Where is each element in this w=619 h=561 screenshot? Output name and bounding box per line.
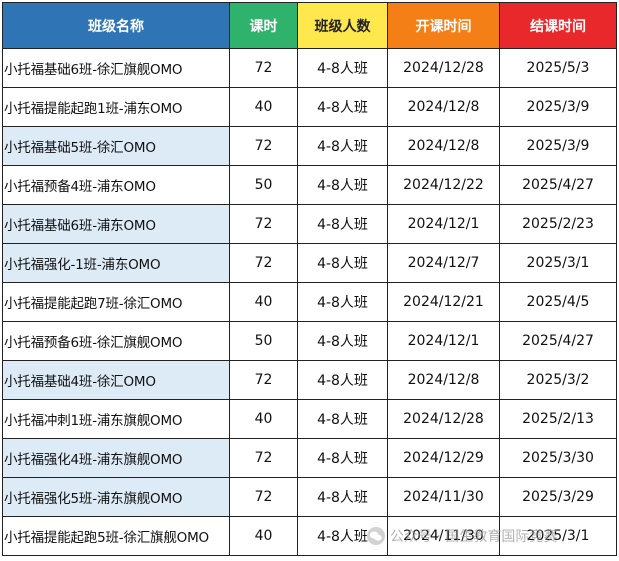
table-row: 小托福基础6班-徐汇旗舰OMO 72 4-8人班 2024/12/28 2025/5/3 bbox=[2, 48, 617, 88]
hours-cell: 50 bbox=[229, 321, 298, 361]
class-size-cell: 4-8人班 bbox=[297, 204, 388, 244]
end-date-cell: 2025/2/13 bbox=[499, 399, 617, 439]
header-class-name: 班级名称 bbox=[2, 2, 230, 49]
class-name-cell: 小托福基础6班-徐汇旗舰OMO bbox=[2, 48, 230, 88]
class-name-cell: 小托福基础5班-徐汇OMO bbox=[2, 126, 230, 166]
table-row: 小托福预备4班-浦东OMO 50 4-8人班 2024/12/22 2025/4/27 bbox=[2, 165, 617, 205]
class-size-cell: 4-8人班 bbox=[297, 282, 388, 322]
start-date-cell: 2024/12/8 bbox=[387, 87, 500, 127]
start-date-cell: 2024/12/8 bbox=[387, 360, 500, 400]
end-date-cell: 2025/4/27 bbox=[499, 165, 617, 205]
start-date-cell: 2024/12/22 bbox=[387, 165, 500, 205]
hours-cell: 72 bbox=[229, 243, 298, 283]
header-end-date: 结课时间 bbox=[499, 2, 617, 49]
class-name-cell: 小托福强化5班-浦东旗舰OMO bbox=[2, 477, 230, 517]
table-row: 小托福基础5班-徐汇OMO 72 4-8人班 2024/12/8 2025/3/9 bbox=[2, 126, 617, 166]
table-row: 小托福提能起跑5班-徐汇旗舰OMO 40 4-8人班 2024/11/30 2025/3… bbox=[2, 516, 617, 556]
table-row: 小托福强化5班-浦东旗舰OMO 72 4-8人班 2024/11/30 2025/3/2… bbox=[2, 477, 617, 517]
class-size-cell: 4-8人班 bbox=[297, 399, 388, 439]
table-row: 小托福提能起跑7班-徐汇OMO 40 4-8人班 2024/12/21 2025/4/5 bbox=[2, 282, 617, 322]
end-date-cell: 2025/4/27 bbox=[499, 321, 617, 361]
end-date-cell: 2025/2/23 bbox=[499, 204, 617, 244]
table-body: 小托福基础6班-徐汇旗舰OMO 72 4-8人班 2024/12/28 2025/5/3… bbox=[2, 48, 617, 556]
hours-cell: 72 bbox=[229, 126, 298, 166]
hours-cell: 72 bbox=[229, 48, 298, 88]
table-row: 小托福预备6班-徐汇旗舰OMO 50 4-8人班 2024/12/1 2025/4/27 bbox=[2, 321, 617, 361]
class-size-cell: 4-8人班 bbox=[297, 516, 388, 556]
hours-cell: 40 bbox=[229, 516, 298, 556]
class-size-cell: 4-8人班 bbox=[297, 48, 388, 88]
end-date-cell: 2025/3/9 bbox=[499, 87, 617, 127]
class-size-cell: 4-8人班 bbox=[297, 321, 388, 361]
class-name-cell: 小托福提能起跑1班-浦东OMO bbox=[2, 87, 230, 127]
class-name-cell: 小托福提能起跑7班-徐汇OMO bbox=[2, 282, 230, 322]
header-class-size: 班级人数 bbox=[297, 2, 388, 49]
start-date-cell: 2024/12/1 bbox=[387, 204, 500, 244]
class-name-cell: 小托福提能起跑5班-徐汇旗舰OMO bbox=[2, 516, 230, 556]
class-size-cell: 4-8人班 bbox=[297, 477, 388, 517]
end-date-cell: 2025/5/3 bbox=[499, 48, 617, 88]
hours-cell: 50 bbox=[229, 165, 298, 205]
start-date-cell: 2024/12/1 bbox=[387, 321, 500, 361]
class-size-cell: 4-8人班 bbox=[297, 438, 388, 478]
class-size-cell: 4-8人班 bbox=[297, 243, 388, 283]
table-row: 小托福强化-1班-浦东OMO 72 4-8人班 2024/12/7 2025/3/1 bbox=[2, 243, 617, 283]
hours-cell: 72 bbox=[229, 438, 298, 478]
start-date-cell: 2024/12/7 bbox=[387, 243, 500, 283]
start-date-cell: 2024/12/29 bbox=[387, 438, 500, 478]
class-size-cell: 4-8人班 bbox=[297, 360, 388, 400]
end-date-cell: 2025/4/5 bbox=[499, 282, 617, 322]
table-row: 小托福冲刺1班-浦东旗舰OMO 40 4-8人班 2024/12/28 2025/2/1… bbox=[2, 399, 617, 439]
end-date-cell: 2025/3/29 bbox=[499, 477, 617, 517]
start-date-cell: 2024/12/21 bbox=[387, 282, 500, 322]
hours-cell: 40 bbox=[229, 282, 298, 322]
start-date-cell: 2024/12/28 bbox=[387, 48, 500, 88]
class-name-cell: 小托福强化-1班-浦东OMO bbox=[2, 243, 230, 283]
hours-cell: 72 bbox=[229, 477, 298, 517]
class-name-cell: 小托福预备6班-徐汇旗舰OMO bbox=[2, 321, 230, 361]
header-row: 班级名称 课时 班级人数 开课时间 结课时间 bbox=[2, 2, 617, 49]
hours-cell: 40 bbox=[229, 399, 298, 439]
header-hours: 课时 bbox=[229, 2, 298, 49]
end-date-cell: 2025/3/1 bbox=[499, 243, 617, 283]
table-row: 小托福基础6班-浦东OMO 72 4-8人班 2024/12/1 2025/2/23 bbox=[2, 204, 617, 244]
end-date-cell: 2025/3/9 bbox=[499, 126, 617, 166]
table-row: 小托福基础4班-徐汇OMO 72 4-8人班 2024/12/8 2025/3/2 bbox=[2, 360, 617, 400]
class-name-cell: 小托福预备4班-浦东OMO bbox=[2, 165, 230, 205]
hours-cell: 72 bbox=[229, 360, 298, 400]
class-name-cell: 小托福基础6班-浦东OMO bbox=[2, 204, 230, 244]
table-row: 小托福强化4班-浦东旗舰OMO 72 4-8人班 2024/12/29 2025/3/3… bbox=[2, 438, 617, 478]
class-size-cell: 4-8人班 bbox=[297, 126, 388, 166]
start-date-cell: 2024/11/30 bbox=[387, 516, 500, 556]
hours-cell: 72 bbox=[229, 204, 298, 244]
header-start-date: 开课时间 bbox=[387, 2, 500, 49]
start-date-cell: 2024/11/30 bbox=[387, 477, 500, 517]
end-date-cell: 2025/3/2 bbox=[499, 360, 617, 400]
start-date-cell: 2024/12/8 bbox=[387, 126, 500, 166]
hours-cell: 40 bbox=[229, 87, 298, 127]
class-name-cell: 小托福基础4班-徐汇OMO bbox=[2, 360, 230, 400]
start-date-cell: 2024/12/28 bbox=[387, 399, 500, 439]
class-size-cell: 4-8人班 bbox=[297, 165, 388, 205]
table-row: 小托福提能起跑1班-浦东OMO 40 4-8人班 2024/12/8 2025/3/9 bbox=[2, 87, 617, 127]
class-name-cell: 小托福冲刺1班-浦东旗舰OMO bbox=[2, 399, 230, 439]
class-name-cell: 小托福强化4班-浦东旗舰OMO bbox=[2, 438, 230, 478]
end-date-cell: 2025/3/30 bbox=[499, 438, 617, 478]
class-schedule-table: 班级名称 课时 班级人数 开课时间 结课时间 小托福基础6班-徐汇旗舰OMO 72… bbox=[2, 2, 617, 556]
class-size-cell: 4-8人班 bbox=[297, 87, 388, 127]
end-date-cell: 2025/3/1 bbox=[499, 516, 617, 556]
